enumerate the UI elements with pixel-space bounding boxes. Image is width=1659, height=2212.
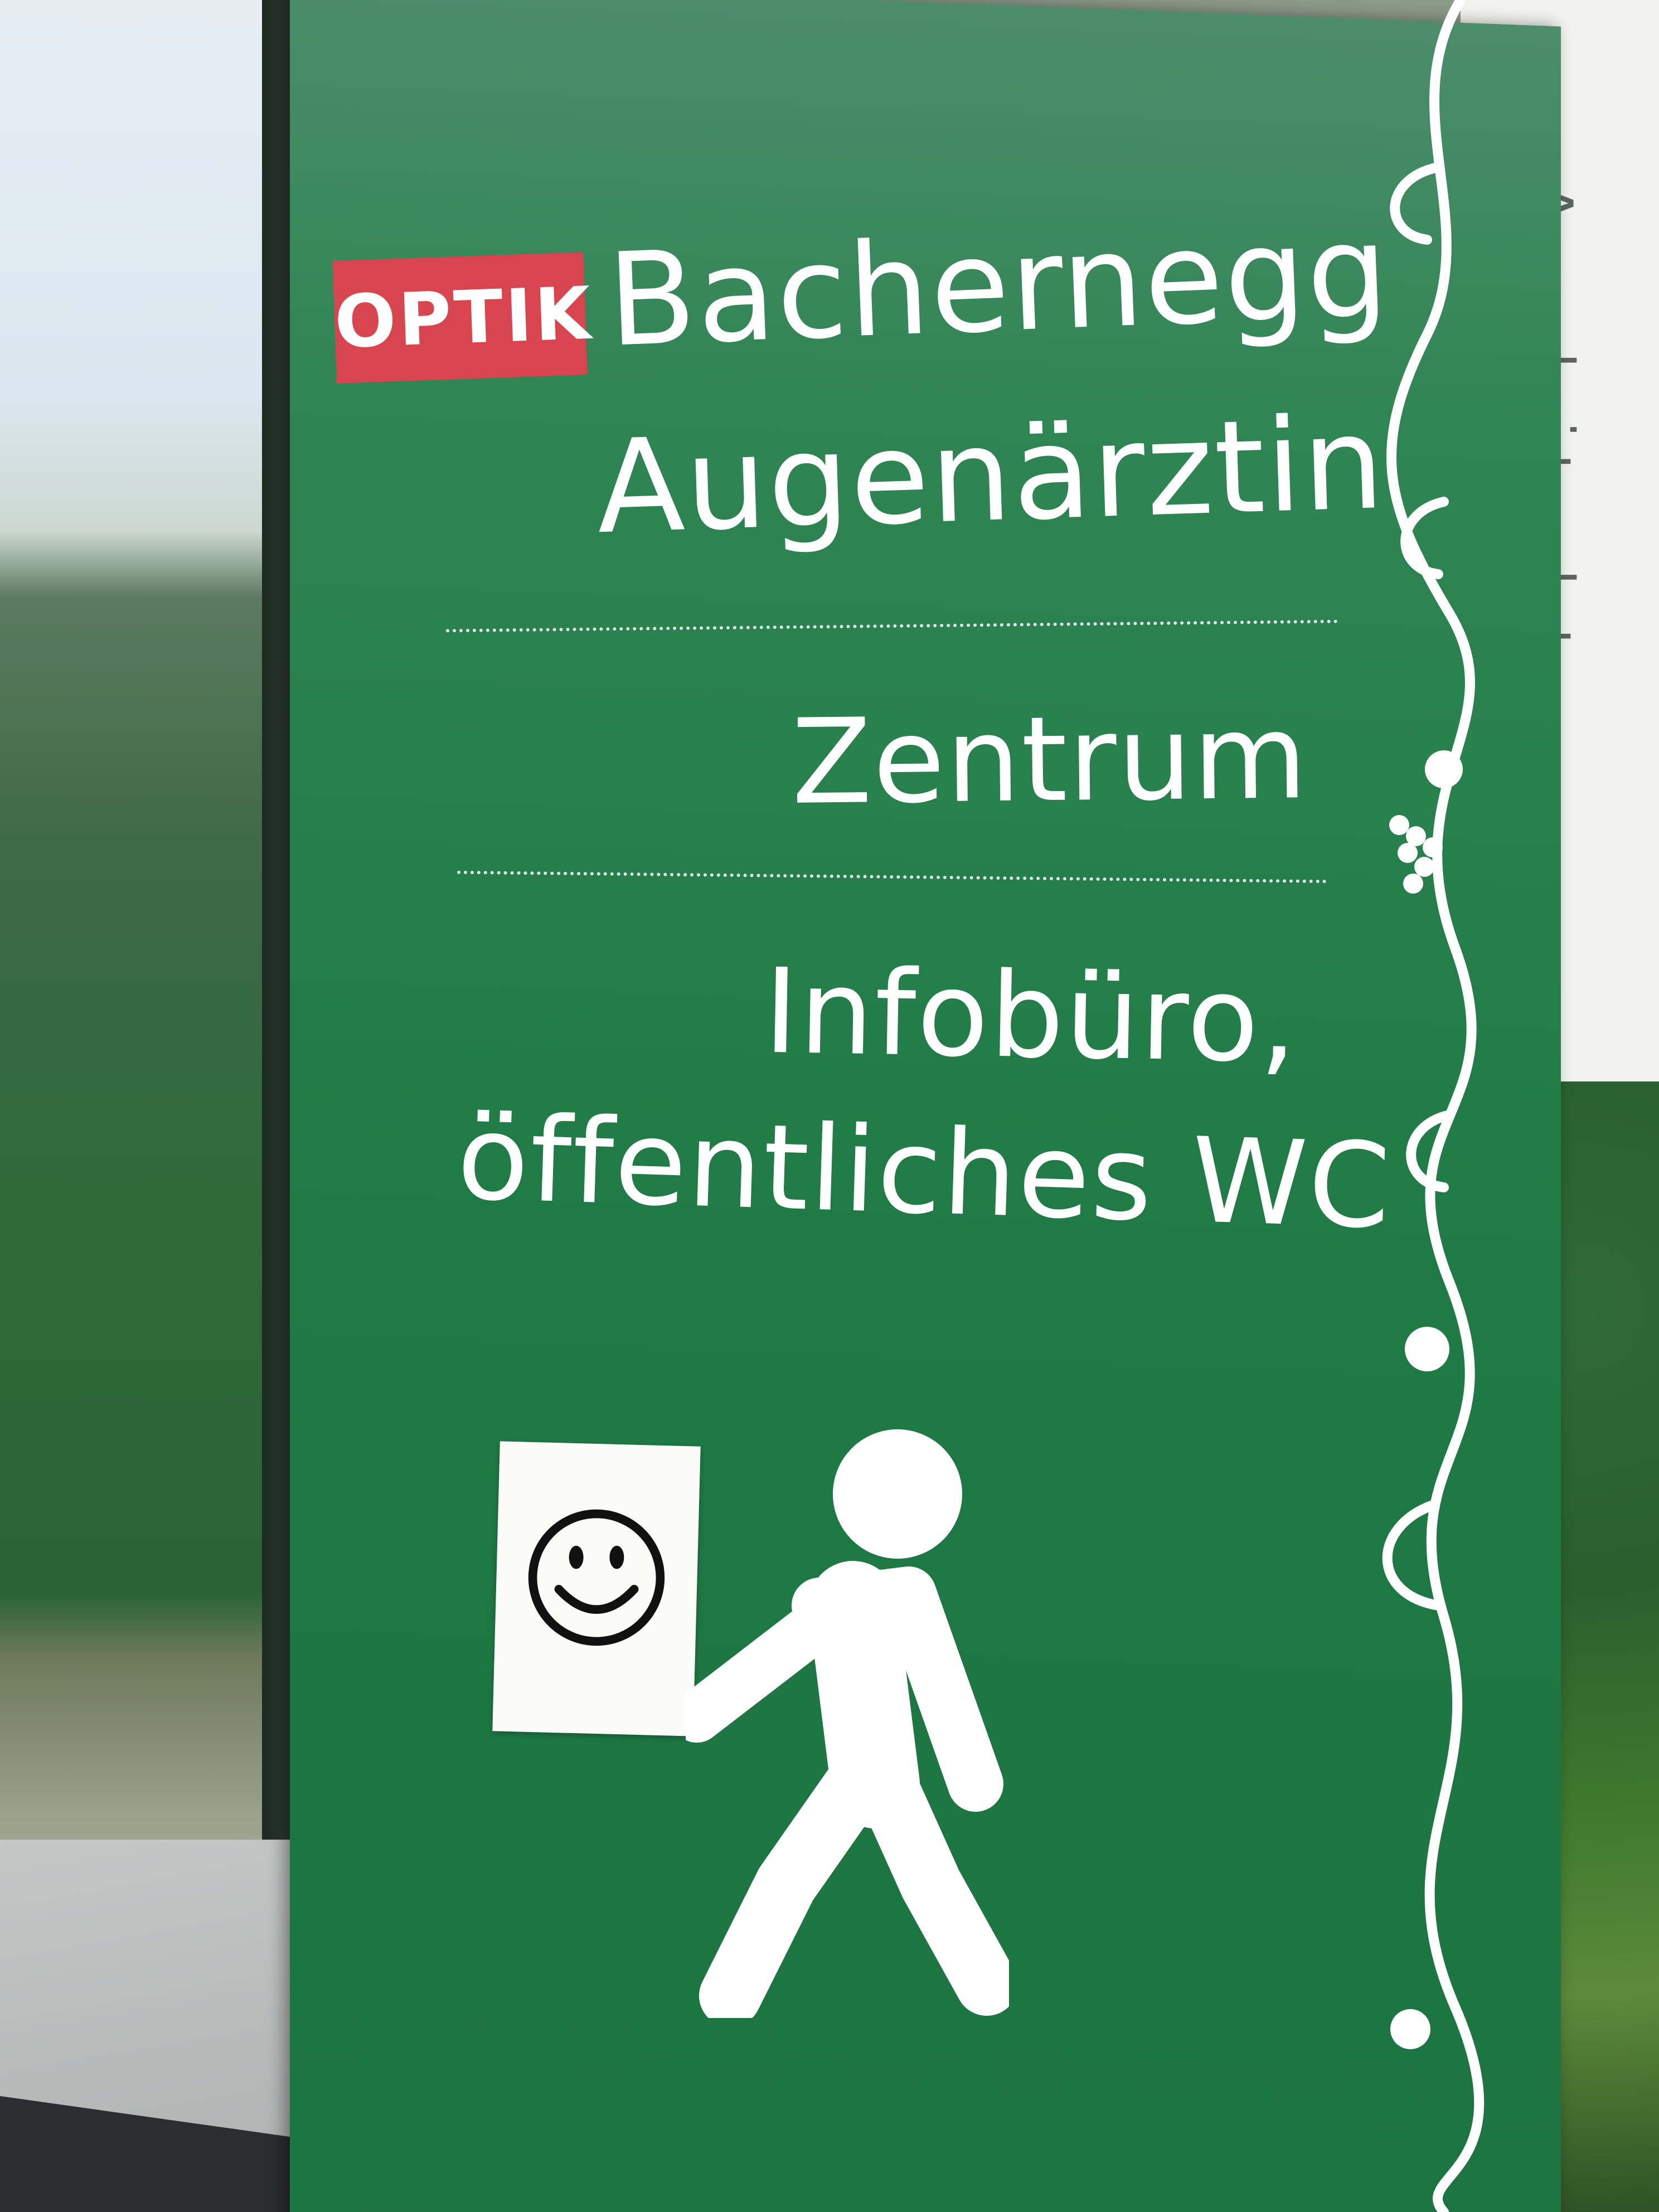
sign-line-zentrum: Zentrum [790, 688, 1309, 831]
sign-line-augenaerztin: Augenärztin [594, 389, 1388, 563]
sign-line-infobuero: Infobüro, [762, 943, 1299, 1089]
photo-scene: Architektur OPTIK Bachernegg Augenärztin… [0, 0, 1659, 2212]
optik-badge: OPTIK [332, 252, 594, 384]
smiley-face-icon [528, 1509, 665, 1646]
walking-person-icon [686, 1429, 1009, 2018]
sign-line-bachernegg: Bachernegg [605, 197, 1392, 376]
